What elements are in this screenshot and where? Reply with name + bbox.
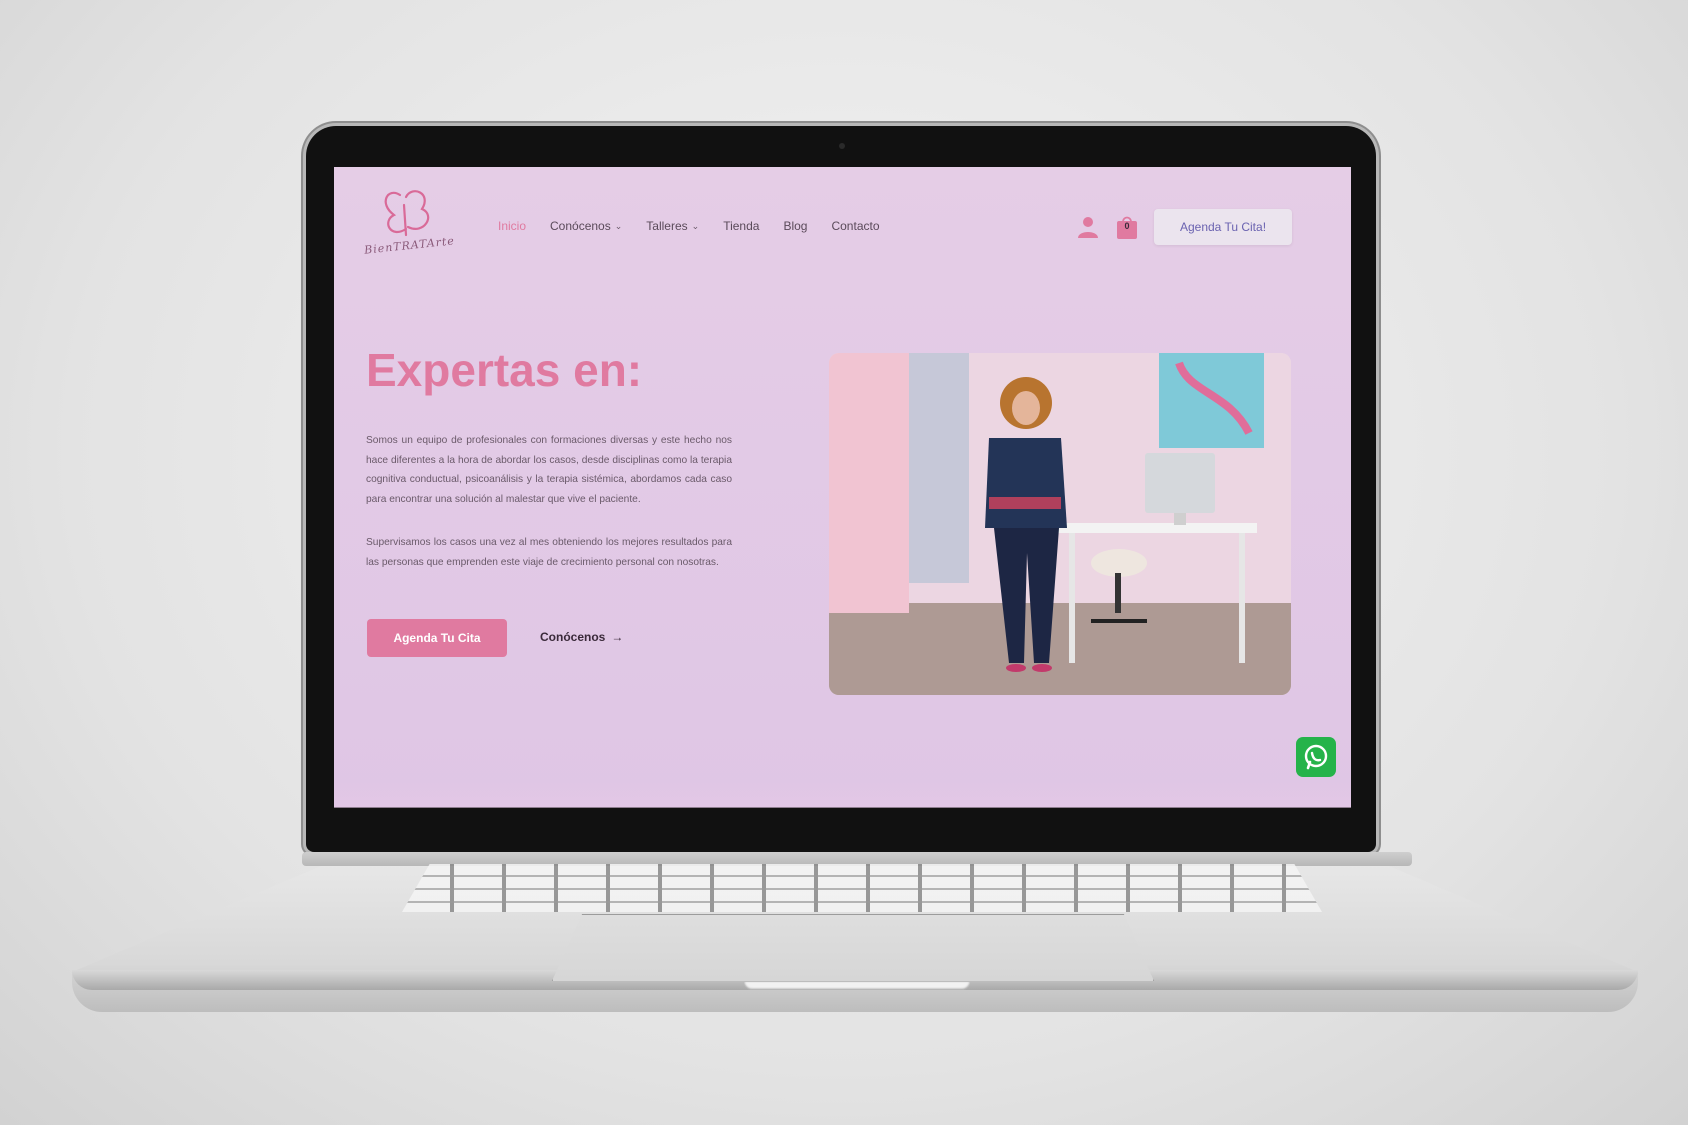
agenda-cita-header-button[interactable]: Agenda Tu Cita! bbox=[1154, 209, 1292, 245]
hero-paragraph-1: Somos un equipo de profesionales con for… bbox=[366, 435, 732, 505]
conocenos-link-label: Conócenos bbox=[540, 630, 606, 644]
mockup-stage: BienTRATArte Inicio Conócenos ⌄ Talleres ⌄… bbox=[0, 0, 1688, 1125]
nav-item-label: Talleres bbox=[646, 219, 688, 233]
conocenos-link[interactable]: Conócenos → bbox=[540, 630, 623, 644]
nav-item-tienda[interactable]: Tienda bbox=[723, 219, 759, 233]
main-nav: Inicio Conócenos ⌄ Talleres ⌄ Tienda Blog … bbox=[498, 219, 880, 233]
nav-item-label: Conócenos bbox=[550, 219, 611, 233]
hero-paragraph-2: Supervisamos los casos una vez al mes ob… bbox=[366, 537, 732, 568]
laptop-screen: BienTRATArte Inicio Conócenos ⌄ Talleres ⌄… bbox=[334, 167, 1351, 807]
whatsapp-button[interactable] bbox=[1296, 737, 1336, 777]
chevron-down-icon: ⌄ bbox=[614, 220, 623, 231]
hero-headline: Expertas en: bbox=[366, 344, 643, 396]
website: BienTRATArte Inicio Conócenos ⌄ Talleres ⌄… bbox=[334, 167, 1351, 807]
nav-item-label: Inicio bbox=[498, 219, 527, 233]
nav-item-blog[interactable]: Blog bbox=[783, 219, 807, 233]
nav-item-talleres[interactable]: Talleres ⌄ bbox=[646, 219, 699, 233]
nav-item-label: Contacto bbox=[831, 219, 880, 233]
nav-item-contacto[interactable]: Contacto bbox=[831, 219, 879, 233]
nav-item-inicio[interactable]: Inicio bbox=[498, 219, 526, 233]
nav-item-conocenos[interactable]: Conócenos ⌄ bbox=[550, 219, 622, 233]
chevron-down-icon: ⌄ bbox=[691, 220, 700, 231]
laptop-base bbox=[72, 852, 1638, 1012]
trackpad bbox=[552, 914, 1154, 981]
nav-item-label: Blog bbox=[783, 219, 808, 233]
webcam bbox=[839, 143, 845, 149]
nav-item-label: Tienda bbox=[723, 219, 760, 233]
keyboard-rows bbox=[402, 864, 1322, 912]
whatsapp-icon bbox=[1304, 744, 1328, 770]
agenda-cita-button[interactable]: Agenda Tu Cita bbox=[367, 619, 507, 657]
user-icon[interactable] bbox=[1077, 216, 1099, 238]
arrow-right-icon: → bbox=[611, 630, 624, 644]
lid-notch bbox=[744, 982, 970, 990]
cart-count-badge: 0 bbox=[1124, 221, 1130, 231]
hinge bbox=[302, 852, 1412, 866]
therapist-photo bbox=[829, 353, 1291, 695]
